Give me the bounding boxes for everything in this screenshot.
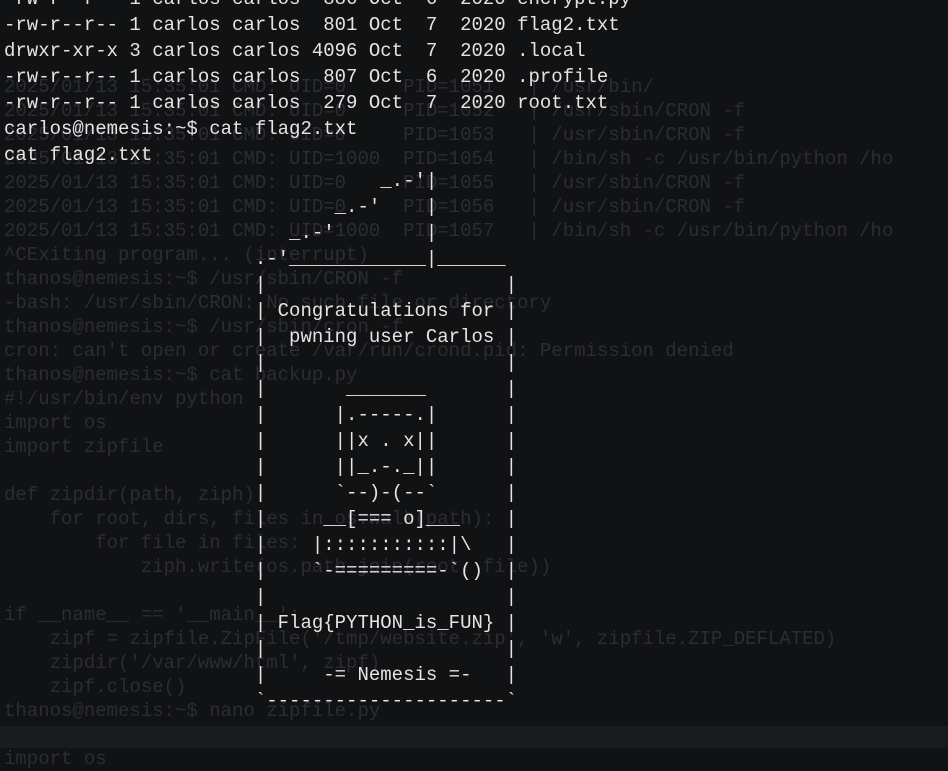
terminal-line: | `--)-(--` | [4,482,518,504]
terminal-line: | Congratulations for | [4,300,518,322]
terminal-line: | |:::::::::::|\ | [4,534,518,556]
terminal-line: | pwning user Carlos | [4,326,518,348]
terminal-line: | -= Nemesis =- | [4,664,518,686]
terminal-line: | |.-----.| | [4,404,518,426]
terminal-line: | Flag{PYTHON_is_FUN} | [4,612,518,634]
terminal-line: `---------------------` [4,690,518,712]
background-terminal-line: import os [4,748,107,770]
terminal-line: -rw-r--r-- 1 carlos carlos 279 Oct 7 202… [4,92,609,114]
terminal-line: .-'____________|______ [4,248,506,270]
terminal-line: | | [4,586,518,608]
terminal-line: drwxr-xr-x 3 carlos carlos 4096 Oct 7 20… [4,40,586,62]
terminal-line: -rw-r--r-- 1 carlos carlos 886 Oct 6 202… [4,0,631,12]
terminal-line: cat flag2.txt [4,144,153,166]
terminal-line: _.-' | [4,196,438,218]
terminal-line: | | [4,638,518,660]
terminal-line: | | [4,352,518,374]
terminal-line: _.-'| [4,170,438,192]
terminal-line: | `-=========-`() | [4,560,518,582]
terminal-line: | _______ | [4,378,518,400]
terminal-line: carlos@nemesis:~$ cat flag2.txt [4,118,358,140]
terminal-line: | | [4,274,518,296]
terminal-line: | __[=== o]___ | [4,508,518,530]
terminal-line: _.-' | [4,222,438,244]
terminal-bottom-bar [0,726,948,748]
terminal-line: -rw-r--r-- 1 carlos carlos 801 Oct 7 202… [4,14,620,36]
terminal-output: -rw-r--r-- 1 carlos carlos 886 Oct 6 202… [4,0,631,714]
terminal-line: | ||x . x|| | [4,430,518,452]
terminal-line: | ||_.-._|| | [4,456,518,478]
terminal-line: -rw-r--r-- 1 carlos carlos 807 Oct 6 202… [4,66,609,88]
